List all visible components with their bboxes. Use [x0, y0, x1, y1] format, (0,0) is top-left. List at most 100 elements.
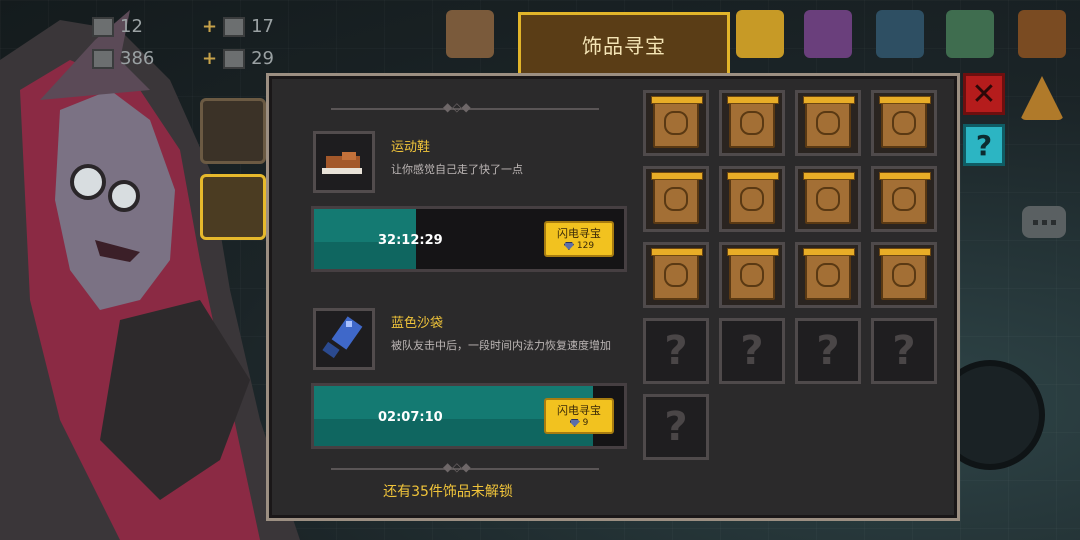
locked-slot[interactable]: ?: [643, 394, 709, 460]
accessory-slot[interactable]: [871, 166, 937, 232]
timer-bar: 32:12:29 闪电寻宝 129: [311, 206, 627, 272]
plus-icon[interactable]: +: [202, 16, 217, 37]
accessory-slot[interactable]: [795, 242, 861, 308]
divider-ornament: ◆◇◆: [443, 460, 471, 474]
question-mark-icon: ?: [664, 404, 688, 450]
scroll-glyph: [740, 263, 764, 287]
question-icon: ?: [975, 128, 993, 162]
gem-icon: [563, 242, 574, 250]
accessory-slot[interactable]: [643, 90, 709, 156]
close-button[interactable]: ✕: [963, 73, 1005, 115]
accessory-slot[interactable]: [643, 242, 709, 308]
item-name: 蓝色沙袋: [391, 316, 444, 331]
resource-material-1[interactable]: + 17: [202, 16, 274, 37]
question-mark-icon: ?: [740, 328, 764, 374]
scroll-glyph: [740, 187, 764, 211]
locked-slot[interactable]: ?: [795, 318, 861, 384]
cost: 129: [546, 241, 612, 251]
power-icon[interactable]: [1018, 10, 1066, 58]
close-icon: ✕: [971, 76, 997, 112]
sneaker-icon: [322, 152, 362, 174]
accessory-slot[interactable]: [795, 90, 861, 156]
tab-bag[interactable]: [200, 98, 266, 164]
item-description: 被队友击中后，一段时间内法力恢复速度增加: [391, 339, 611, 352]
tab-accessory-hunt[interactable]: [200, 174, 266, 240]
gem-shop-icon[interactable]: [804, 10, 852, 58]
accessory-slot[interactable]: [719, 242, 785, 308]
locked-count-text: 还有35件饰品未解锁: [383, 484, 513, 500]
scroll-glyph: [892, 263, 916, 287]
gem-icon: [92, 16, 114, 37]
cost: 9: [546, 418, 612, 428]
flash-hunt-button[interactable]: 闪电寻宝 9: [544, 398, 614, 434]
item-icon-slot: [313, 131, 375, 193]
locked-slot[interactable]: ?: [719, 318, 785, 384]
locked-slot[interactable]: ?: [643, 318, 709, 384]
accessory-slot[interactable]: [871, 242, 937, 308]
accessory-slot[interactable]: [643, 166, 709, 232]
coin-count: 386: [120, 48, 155, 69]
treasure-chest-icon[interactable]: [736, 10, 784, 58]
help-button[interactable]: ?: [963, 124, 1005, 166]
treasure-scroll-icon: [879, 96, 931, 148]
treasure-scroll-icon: [727, 96, 779, 148]
cart-icon[interactable]: [876, 10, 924, 58]
question-mark-icon: ?: [816, 328, 840, 374]
material-icon: [223, 16, 246, 37]
accessory-slot[interactable]: [719, 166, 785, 232]
question-mark-icon: ?: [892, 328, 916, 374]
treasure-scroll-icon: [727, 248, 779, 300]
flash-hunt-button[interactable]: 闪电寻宝 129: [544, 221, 614, 257]
locked-slot[interactable]: ?: [871, 318, 937, 384]
cost-value: 9: [582, 418, 589, 428]
vampire-character-portrait: [0, 10, 300, 540]
character-menu-icon[interactable]: [446, 10, 494, 58]
scroll-glyph: [664, 263, 688, 287]
chat-icon: [1032, 219, 1038, 225]
resource-coins: 386: [92, 48, 154, 69]
chat-button[interactable]: [1022, 206, 1066, 238]
page-title: 饰品寻宝: [518, 12, 730, 74]
item-icon-slot: [313, 308, 375, 370]
cost-value: 129: [576, 241, 595, 251]
timer-bar: 02:07:10 闪电寻宝 9: [311, 383, 627, 449]
accessory-slot[interactable]: [719, 90, 785, 156]
game-screen: 12 386 + 17 + 29 饰品寻宝 ◆◇◆ 运动鞋 让你感觉自己走了快了…: [0, 0, 1080, 540]
treasure-scroll-icon: [651, 172, 703, 224]
divider-ornament: ◆◇◆: [443, 100, 471, 114]
item-name: 运动鞋: [391, 140, 431, 155]
scroll-glyph: [816, 111, 840, 135]
scroll-glyph: [816, 187, 840, 211]
blue-sandbag-icon: [322, 316, 363, 359]
treasure-scroll-icon: [879, 248, 931, 300]
treasure-scroll-icon: [879, 172, 931, 224]
item-description: 让你感觉自己走了快了一点: [391, 163, 523, 176]
treasure-scroll-icon: [727, 172, 779, 224]
scroll-glyph: [664, 187, 688, 211]
gem-icon: [569, 419, 580, 427]
material-count-2: 29: [251, 48, 274, 69]
question-mark-icon: ?: [664, 328, 688, 374]
material-icon: [223, 48, 246, 69]
timer-text: 02:07:10: [378, 410, 443, 425]
treasure-scroll-icon: [803, 172, 855, 224]
stack-icon[interactable]: [946, 10, 994, 58]
treasure-scroll-icon: [651, 96, 703, 148]
coin-icon: [92, 48, 114, 69]
material-count-1: 17: [251, 16, 274, 37]
scroll-glyph: [664, 111, 688, 135]
accessory-slot[interactable]: [871, 90, 937, 156]
flash-hunt-label: 闪电寻宝: [557, 227, 601, 240]
scroll-glyph: [816, 263, 840, 287]
treasure-scroll-icon: [651, 248, 703, 300]
resource-material-2[interactable]: + 29: [202, 48, 274, 69]
scroll-glyph: [892, 187, 916, 211]
timer-text: 32:12:29: [378, 233, 443, 248]
plus-icon[interactable]: +: [202, 48, 217, 69]
accessory-slot[interactable]: [795, 166, 861, 232]
scroll-glyph: [740, 111, 764, 135]
gem-count: 12: [120, 16, 143, 37]
accessory-hunt-panel: ◆◇◆ 运动鞋 让你感觉自己走了快了一点 32:12:29 闪电寻宝 129 蓝…: [266, 73, 960, 521]
treasure-scroll-icon: [803, 248, 855, 300]
flash-hunt-label: 闪电寻宝: [557, 404, 601, 417]
